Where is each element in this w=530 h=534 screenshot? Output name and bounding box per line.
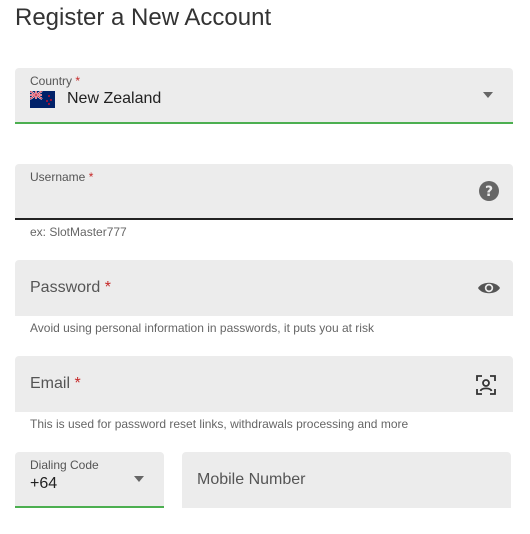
country-value: New Zealand [67,90,162,107]
dialing-code-label: Dialing Code [30,458,99,472]
password-label-text: Password [30,279,101,296]
nz-flag-icon [29,90,55,113]
username-field[interactable]: Username * ? [15,164,513,220]
required-mark: * [74,375,81,392]
username-label-text: Username [30,170,86,184]
required-mark: * [75,74,81,88]
help-icon[interactable]: ? [479,181,499,206]
country-select[interactable]: Country * New Zealand [15,68,513,124]
dialing-code-value: +64 [30,475,58,492]
required-mark: * [104,279,111,296]
email-helper: This is used for password reset links, w… [30,417,409,431]
password-label: Password * [30,279,111,297]
email-field[interactable]: Email * [15,356,513,412]
page-title: Register a New Account [15,4,272,31]
svg-text:?: ? [485,184,493,200]
password-helper: Avoid using personal information in pass… [30,321,374,335]
dialing-code-select[interactable]: Dialing Code +64 [15,452,164,508]
chevron-down-icon[interactable] [134,476,144,482]
eye-icon[interactable] [477,280,501,301]
mobile-number-field[interactable]: Mobile Number [182,452,511,508]
mobile-number-placeholder: Mobile Number [197,471,306,488]
face-scan-icon[interactable] [476,375,496,400]
username-helper: ex: SlotMaster777 [30,225,127,239]
required-mark: * [88,170,94,184]
email-label: Email * [30,375,81,393]
email-label-text: Email [30,375,71,392]
country-label-text: Country [30,74,73,88]
country-label: Country * [30,74,80,88]
chevron-down-icon[interactable] [483,92,493,98]
password-field[interactable]: Password * [15,260,513,316]
username-label: Username * [30,170,93,184]
